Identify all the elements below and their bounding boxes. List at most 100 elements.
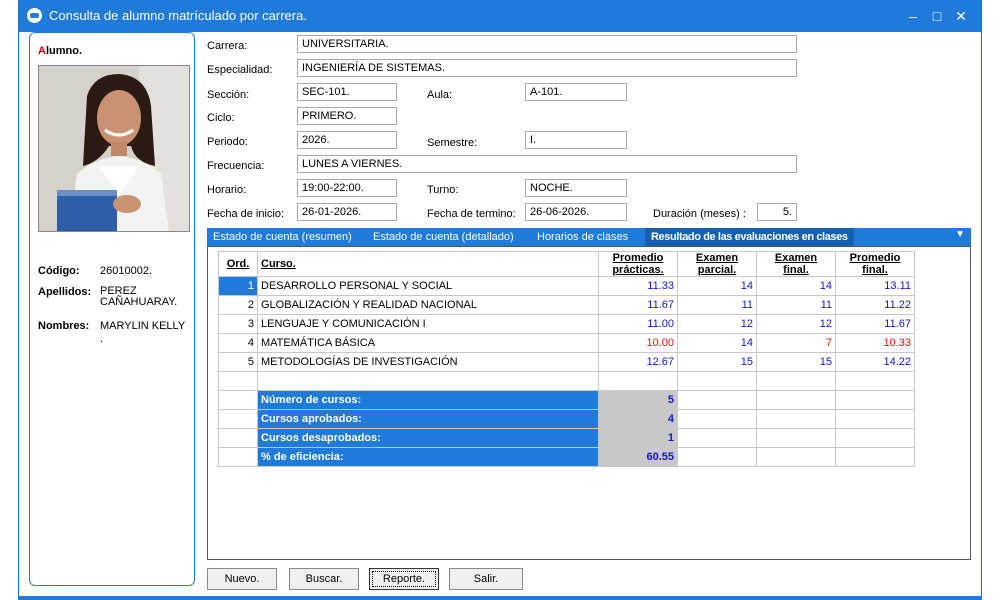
carrera-field[interactable]: UNIVERSITARIA. xyxy=(297,35,797,53)
semestre-field[interactable]: I. xyxy=(525,131,627,149)
header-promedio-final[interactable]: Promedio final. xyxy=(835,251,915,277)
cell-ef[interactable]: 15 xyxy=(756,352,836,372)
tab-estado-detallado[interactable]: Estado de cuenta (detallado) xyxy=(373,231,514,243)
cell-pf[interactable]: 13.11 xyxy=(835,276,915,296)
codigo-label: Código: xyxy=(38,265,80,277)
fecha-inicio-label: Fecha de inicio: xyxy=(207,208,285,220)
duracion-field[interactable]: 5. xyxy=(757,203,797,221)
cell-curso[interactable]: METODOLOGÍAS DE INVESTIGACIÓN xyxy=(257,352,599,372)
cell-curso[interactable]: LENGUAJE Y COMUNICACIÓN I xyxy=(257,314,599,334)
cell-pp[interactable]: 11.00 xyxy=(598,314,678,334)
fecha-termino-label: Fecha de termino: xyxy=(427,208,516,220)
fecha-termino-field[interactable]: 26-06-2026. xyxy=(525,203,627,221)
cell-ep[interactable]: 15 xyxy=(677,352,757,372)
header-curso[interactable]: Curso. xyxy=(257,251,599,277)
num-cursos-value: 5 xyxy=(598,390,678,410)
cell-ef[interactable]: 11 xyxy=(756,295,836,315)
eficiencia-label: % de eficiencia: xyxy=(257,447,599,467)
student-panel: Alumno. Código: 26010002. Apellidos: PER… xyxy=(29,32,195,586)
seccion-label: Sección: xyxy=(207,89,250,101)
tab-horarios[interactable]: Horarios de clases xyxy=(537,231,628,243)
cell-pf[interactable]: 14.22 xyxy=(835,352,915,372)
periodo-field[interactable]: 2026. xyxy=(297,131,397,149)
ciclo-field[interactable]: PRIMERO. xyxy=(297,107,397,125)
cell-pp[interactable]: 11.33 xyxy=(598,276,678,296)
header-examen-final[interactable]: Examen final. xyxy=(756,251,836,277)
cell-ep[interactable]: 14 xyxy=(677,276,757,296)
cell-ep[interactable]: 11 xyxy=(677,295,757,315)
aula-field[interactable]: A-101. xyxy=(525,83,627,101)
cell-ord[interactable]: 3 xyxy=(218,314,258,334)
cell-ep[interactable]: 14 xyxy=(677,333,757,353)
app-icon xyxy=(27,8,42,23)
results-table: Ord. Curso. Promedio prácticas. Examen par… xyxy=(218,251,915,467)
horario-field[interactable]: 19:00-22:00. xyxy=(297,179,397,197)
cell-pp[interactable]: 11.67 xyxy=(598,295,678,315)
cell-ef[interactable]: 12 xyxy=(756,314,836,334)
cell-pf[interactable]: 10.33 xyxy=(835,333,915,353)
cell-curso[interactable]: MATEMÁTICA BÁSICA xyxy=(257,333,599,353)
maximize-button[interactable]: □ xyxy=(927,6,947,26)
cell-pf[interactable]: 11.67 xyxy=(835,314,915,334)
buscar-button[interactable]: Buscar. xyxy=(289,568,359,590)
header-ord[interactable]: Ord. xyxy=(218,251,258,277)
close-button[interactable]: ✕ xyxy=(951,6,971,26)
turno-field[interactable]: NOCHE. xyxy=(525,179,627,197)
student-photo xyxy=(38,65,190,232)
table-row[interactable]: 2 GLOBALIZACIÓN Y REALIDAD NACIONAL 11.6… xyxy=(218,295,915,315)
main-window: Consulta de alumno matrículado por carre… xyxy=(18,0,982,600)
window-title: Consulta de alumno matrículado por carre… xyxy=(49,8,307,23)
frecuencia-label: Frecuencia: xyxy=(207,160,265,172)
carrera-label: Carrera: xyxy=(207,40,248,52)
cell-pp[interactable]: 10.00 xyxy=(598,333,678,353)
cell-ep[interactable]: 12 xyxy=(677,314,757,334)
alumno-label: Alumno. xyxy=(38,45,83,57)
cell-pp[interactable]: 12.67 xyxy=(598,352,678,372)
summary-row: Cursos desaprobados: 1 xyxy=(218,428,915,448)
empty-row xyxy=(218,371,915,391)
table-row[interactable]: 3 LENGUAJE Y COMUNICACIÓN I 11.00 12 12 … xyxy=(218,314,915,334)
salir-button[interactable]: Salir. xyxy=(449,568,523,590)
window-bottom-border xyxy=(19,596,981,600)
num-cursos-label: Número de cursos: xyxy=(257,390,599,410)
minimize-button[interactable]: – xyxy=(903,6,923,26)
header-row: Ord. Curso. Promedio prácticas. Examen par… xyxy=(218,251,915,277)
fecha-inicio-field[interactable]: 26-01-2026. xyxy=(297,203,397,221)
cell-curso[interactable]: DESARROLLO PERSONAL Y SOCIAL xyxy=(257,276,599,296)
cell-curso[interactable]: GLOBALIZACIÓN Y REALIDAD NACIONAL xyxy=(257,295,599,315)
cell-ef[interactable]: 7 xyxy=(756,333,836,353)
especialidad-field[interactable]: INGENIERÍA DE SISTEMAS. xyxy=(297,59,797,77)
turno-label: Turno: xyxy=(427,184,459,196)
aprobados-value: 4 xyxy=(598,409,678,429)
table-row[interactable]: 5 METODOLOGÍAS DE INVESTIGACIÓN 12.67 15… xyxy=(218,352,915,372)
cell-ord[interactable]: 1 xyxy=(218,276,258,296)
seccion-field[interactable]: SEC-101. xyxy=(297,83,397,101)
title-bar[interactable]: Consulta de alumno matrículado por carre… xyxy=(19,0,981,32)
cell-ord[interactable]: 5 xyxy=(218,352,258,372)
cell-ef[interactable]: 14 xyxy=(756,276,836,296)
table-row[interactable]: 1 DESARROLLO PERSONAL Y SOCIAL 11.33 14 … xyxy=(218,276,915,296)
cell-ord[interactable]: 4 xyxy=(218,333,258,353)
evaluations-grid: Ord. Curso. Promedio prácticas. Examen par… xyxy=(207,246,971,560)
horario-label: Horario: xyxy=(207,184,247,196)
especialidad-label: Especialidad: xyxy=(207,64,273,76)
aula-label: Aula: xyxy=(427,89,453,101)
summary-row: Cursos aprobados: 4 xyxy=(218,409,915,429)
student-photo-image xyxy=(39,66,189,231)
table-row[interactable]: 4 MATEMÁTICA BÁSICA 10.00 14 7 10.33 xyxy=(218,333,915,353)
header-promedio-practicas[interactable]: Promedio prácticas. xyxy=(598,251,678,277)
semestre-label: Semestre: xyxy=(427,137,478,149)
frecuencia-field[interactable]: LUNES A VIERNES. xyxy=(297,155,797,173)
header-examen-parcial[interactable]: Examen parcial. xyxy=(677,251,757,277)
tab-resultado-evaluaciones[interactable]: Resultado de las evaluaciones en clases xyxy=(645,228,854,246)
tab-estado-resumen[interactable]: Estado de cuenta (resumen) xyxy=(213,231,352,243)
codigo-value: 26010002. xyxy=(100,265,152,277)
apellidos-label: Apellidos: xyxy=(38,286,92,298)
cell-ord[interactable]: 2 xyxy=(218,295,258,315)
eficiencia-value: 60.55 xyxy=(598,447,678,467)
desaprobados-value: 1 xyxy=(598,428,678,448)
cell-pf[interactable]: 11.22 xyxy=(835,295,915,315)
reporte-button[interactable]: Reporte. xyxy=(369,568,439,590)
nuevo-button[interactable]: Nuevo. xyxy=(207,568,277,590)
chevron-down-icon[interactable]: ▼ xyxy=(955,229,965,240)
